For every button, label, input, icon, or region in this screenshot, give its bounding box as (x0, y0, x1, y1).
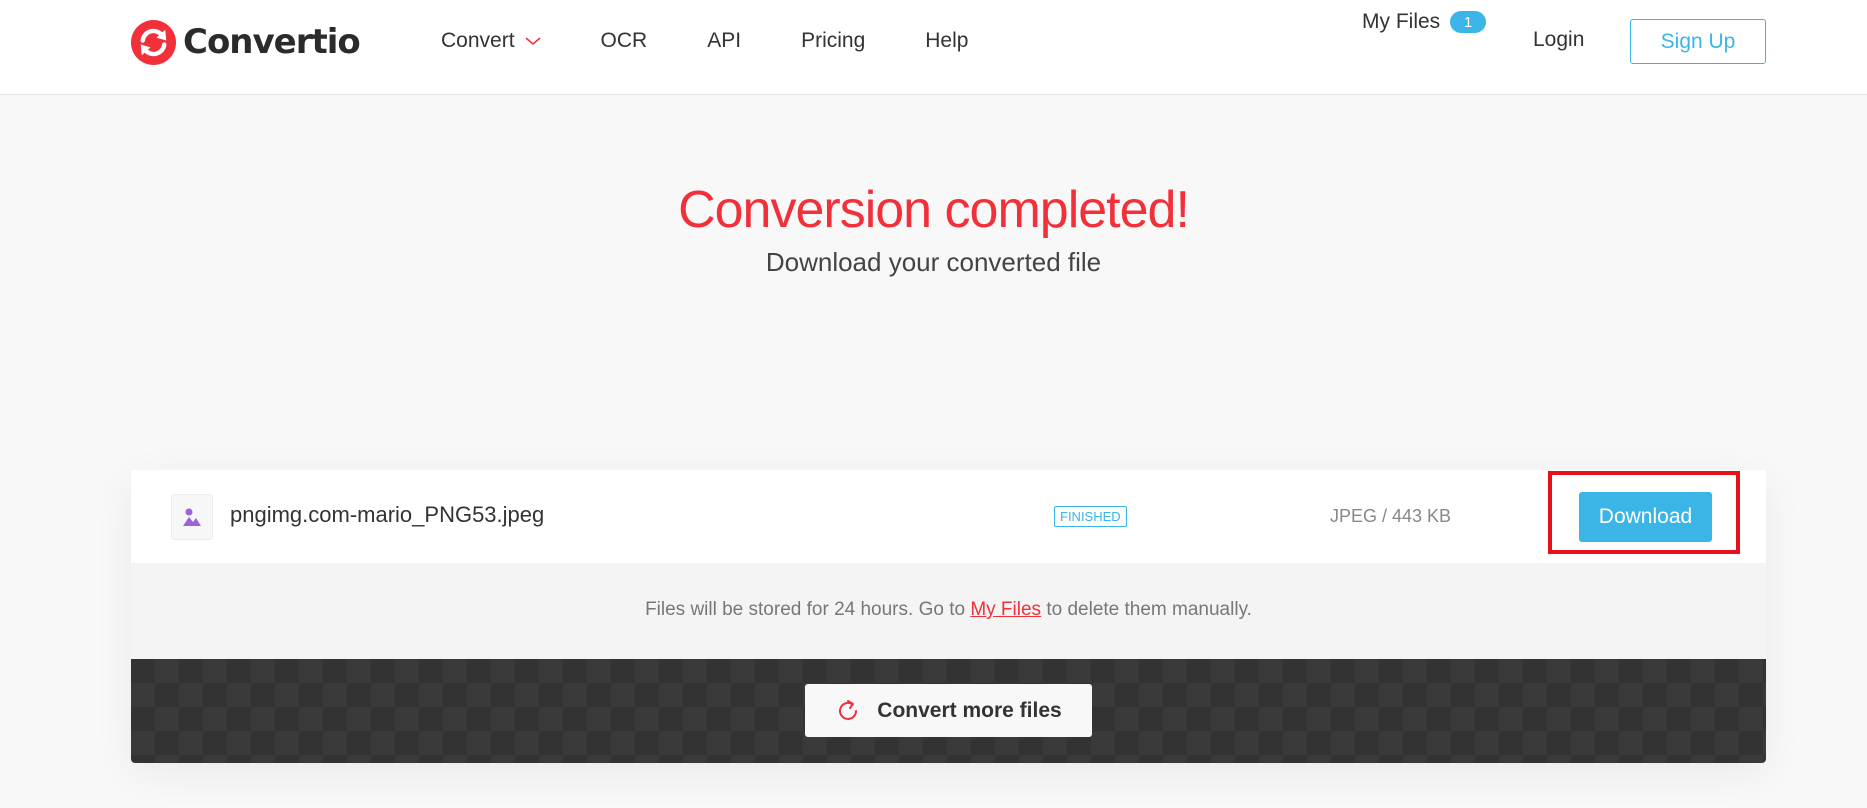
file-info: JPEG / 443 KB (1330, 506, 1452, 526)
nav-convert-label: Convert (441, 29, 515, 52)
convert-more-label: Convert more files (877, 698, 1062, 722)
my-files-inline-link[interactable]: My Files (970, 599, 1041, 620)
download-button[interactable]: Download (1579, 492, 1712, 542)
storage-note-prefix: Files will be stored for 24 hours. Go to (645, 599, 971, 620)
chevron-down-icon (525, 37, 541, 46)
page-title: Conversion completed! (678, 181, 1190, 239)
status-badge: FINISHED (1054, 506, 1127, 527)
image-file-icon (171, 494, 213, 540)
my-files-link[interactable]: My Files 1 (1362, 10, 1487, 34)
storage-note-suffix: to delete them manually. (1041, 599, 1252, 620)
main-nav: Convert OCR API Pricing Help (441, 26, 1028, 56)
nav-ocr[interactable]: OCR (601, 29, 648, 53)
brand-logo[interactable]: Convertio (130, 18, 361, 66)
file-row: pngimg.com-mario_PNG53.jpeg FINISHED JPE… (131, 470, 1766, 563)
page-subtitle: Download your converted file (765, 247, 1102, 277)
my-files-label: My Files (1362, 10, 1441, 33)
site-header: Convertio Convert OCR API Pricing Help M… (0, 0, 1867, 95)
my-files-count-badge: 1 (1450, 11, 1487, 33)
nav-pricing[interactable]: Pricing (801, 29, 865, 53)
convert-more-bar: Convert more files (131, 659, 1766, 763)
convert-more-button[interactable]: Convert more files (805, 684, 1092, 737)
nav-help[interactable]: Help (925, 29, 968, 53)
nav-convert[interactable]: Convert (441, 29, 541, 53)
file-name: pngimg.com-mario_PNG53.jpeg (230, 502, 545, 527)
file-panel: pngimg.com-mario_PNG53.jpeg FINISHED JPE… (131, 470, 1766, 763)
storage-note: Files will be stored for 24 hours. Go to… (131, 563, 1766, 659)
nav-api[interactable]: API (707, 29, 741, 53)
signup-button[interactable]: Sign Up (1630, 19, 1766, 64)
refresh-icon (839, 699, 858, 720)
convertio-logo-icon (130, 19, 177, 65)
login-link[interactable]: Login (1533, 28, 1584, 52)
brand-name: Convertio (183, 22, 361, 62)
image-glyph-icon (183, 508, 201, 526)
